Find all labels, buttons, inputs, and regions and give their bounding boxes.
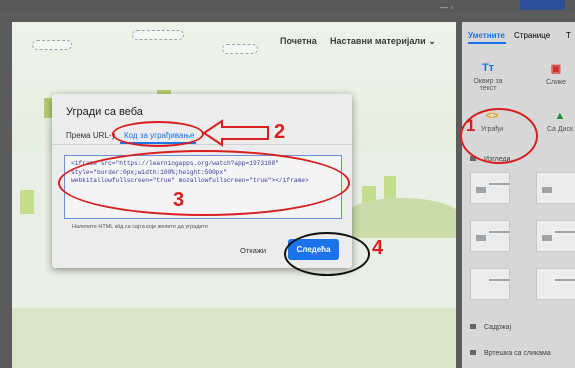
nav-home-link[interactable]: Почетна: [280, 36, 317, 46]
carousel-item[interactable]: Вртешка са сликама: [470, 350, 551, 357]
cancel-button[interactable]: Откажи: [240, 246, 266, 255]
images-tile[interactable]: ▣ Слике: [536, 62, 575, 86]
drive-tile[interactable]: ▲ Са Диск: [540, 110, 575, 133]
carousel-label: Вртешка са сликама: [484, 350, 551, 357]
toolbar-dots: — ◦: [440, 3, 454, 12]
top-bar: — ◦: [0, 0, 575, 12]
nav-materials-link[interactable]: Наставни материјали ⌄: [330, 36, 436, 47]
annotation-number: 3: [173, 189, 185, 211]
tile-label: Слике: [545, 79, 567, 86]
nav-materials-label: Наставни материјали: [330, 36, 426, 46]
layout-option[interactable]: [536, 220, 575, 252]
drive-icon: ▲: [554, 110, 566, 122]
hint-text: Налепите HTML кôд са сајта који желите д…: [72, 224, 209, 230]
arrow-left-icon: [202, 119, 269, 147]
dialog-title: Угради са веба: [66, 106, 143, 118]
insert-panel: Уметните Странице Т Tт Оквир за текст ▣ …: [462, 22, 575, 368]
text-box-tile[interactable]: Tт Оквир за текст: [468, 62, 508, 92]
layout-option[interactable]: [536, 172, 575, 204]
chevron-down-icon: ⌄: [428, 36, 436, 46]
toc-item[interactable]: Садржај: [470, 324, 511, 331]
annotation-circle: [284, 232, 370, 276]
panel-tabs: Уметните Странице Т: [462, 22, 575, 46]
cloud-image: [132, 30, 184, 40]
active-tab-indicator: [468, 42, 506, 44]
image-icon: ▣: [550, 63, 562, 75]
tile-label: Оквир за текст: [473, 78, 503, 92]
annotation-number: 4: [372, 237, 384, 259]
layout-thumb: [489, 183, 509, 185]
text-icon: Tт: [481, 62, 495, 74]
tab-pages[interactable]: Странице: [514, 31, 550, 40]
annotation-circle: [112, 121, 204, 147]
toc-label: Садржај: [484, 324, 512, 331]
layout-thumb: [542, 235, 552, 241]
publish-button[interactable]: [520, 0, 565, 10]
layout-thumb: [489, 231, 509, 233]
layout-thumb: [476, 187, 486, 193]
annotation-number: 2: [274, 121, 286, 143]
layout-thumb: [489, 279, 509, 281]
footer-background: [12, 308, 456, 368]
layout-thumb: [476, 235, 486, 241]
layout-option[interactable]: [470, 220, 510, 252]
toc-icon: [470, 324, 476, 329]
layout-thumb: [542, 187, 552, 193]
carousel-icon: [470, 350, 476, 355]
cloud-image: [222, 44, 258, 54]
cloud-image: [32, 40, 72, 50]
annotation-circle: [58, 150, 350, 216]
layout-option[interactable]: [536, 268, 575, 300]
tile-label: Са Диск: [546, 126, 574, 133]
tab-insert[interactable]: Уметните: [468, 31, 505, 40]
hill-image: [342, 198, 456, 238]
layout-option[interactable]: [470, 172, 510, 204]
layout-thumb: [555, 279, 575, 281]
layout-thumb: [555, 231, 575, 233]
tab-by-url[interactable]: Према URL-у: [66, 131, 116, 140]
tab-themes[interactable]: Т: [566, 31, 571, 40]
building-image: [20, 190, 34, 214]
layout-option[interactable]: [470, 268, 510, 300]
annotation-number: 1: [466, 116, 476, 135]
